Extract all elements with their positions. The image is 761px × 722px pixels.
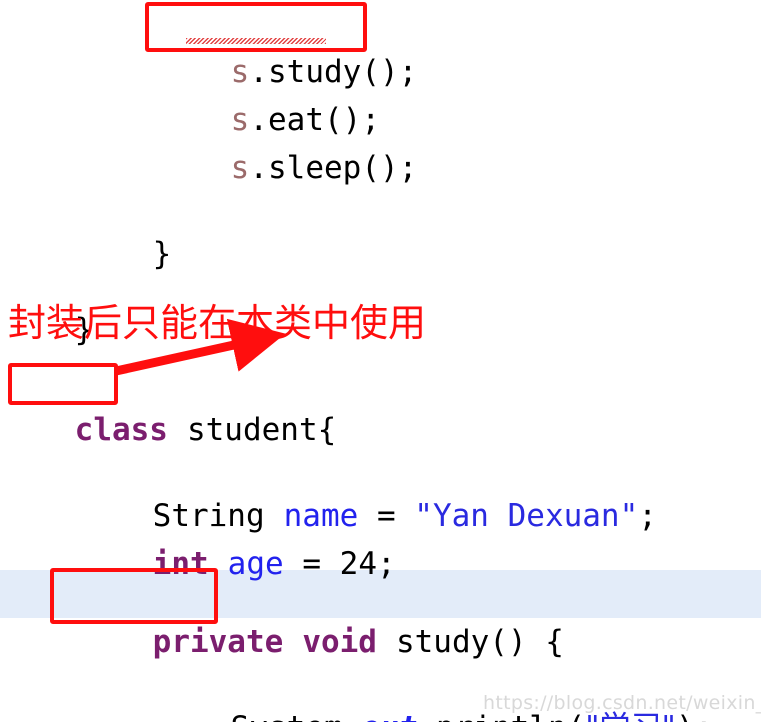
code-line-field-name[interactable]: String name = "Yan Dexuan"; (0, 444, 761, 534)
code-line-field-age[interactable]: int age = 24; (0, 492, 761, 582)
annotation-box-class-keyword (8, 363, 118, 405)
code-line-call-eat[interactable]: s.eat(); (0, 48, 761, 138)
code-screenshot: s.study(); s.eat(); s.sleep(); } } class… (0, 0, 761, 722)
token-dot: . (417, 704, 436, 722)
code-line-call-study[interactable]: s.study(); (0, 0, 761, 90)
annotation-box-study-call (145, 2, 367, 52)
token-static-out: out (361, 704, 417, 722)
csdn-watermark: https://blog.csdn.net/weixin_41858806 (483, 692, 761, 714)
token-system: System (231, 704, 343, 722)
code-line-close-method[interactable]: } (0, 182, 761, 272)
code-line-close-class[interactable]: } (0, 258, 761, 348)
code-line-call-sleep[interactable]: s.sleep(); (0, 96, 761, 186)
annotation-box-private-keyword (50, 568, 218, 624)
token-dot: . (343, 704, 362, 722)
annotation-note-text: 封装后只能在本类中使用 (8, 301, 427, 345)
